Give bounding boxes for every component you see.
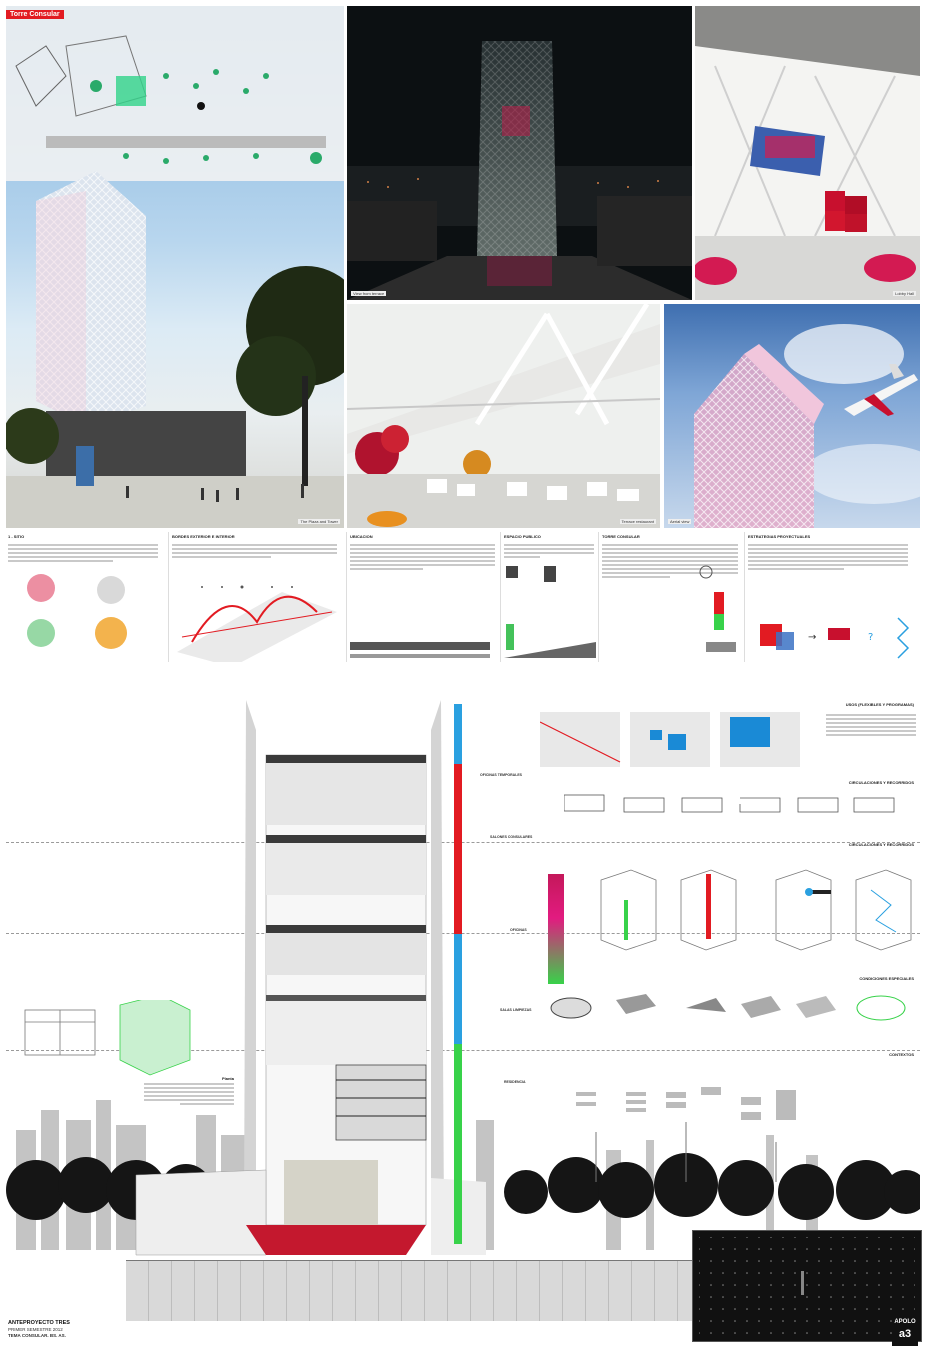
footer-line-1: ANTEPROYECTO TRES [8, 1320, 70, 1326]
special-conditions [550, 994, 906, 1021]
sculpture-love-icon [825, 191, 867, 232]
edge-drawing [350, 642, 490, 658]
render-hall: Lobby Hall [695, 6, 920, 300]
tower-illustration [6, 171, 344, 528]
caption-night: View from terrace [351, 291, 387, 296]
program-label-4: SALAS LIMPIEZAS [500, 1008, 532, 1012]
column-title-4: ESPACIO PUBLICO [504, 534, 541, 539]
logo-bottom: a3 [898, 1328, 912, 1340]
contexts-diagrams [576, 1087, 796, 1182]
site-diagrams [27, 574, 127, 649]
circulation-diagrams [600, 869, 912, 951]
plan-types [564, 794, 895, 813]
label-condiciones: CONDICIONES ESPECIALES [859, 976, 914, 981]
program-bar [454, 704, 462, 1244]
program-gradient-legend [548, 874, 564, 984]
label-circ-1: CIRCULACIONES Y RECORRIDOS [848, 780, 914, 785]
caption-main: The Plaza and Tower [298, 519, 340, 524]
arc-diagram [177, 585, 337, 662]
text-columns-strip: 1 - SITIO BORDES EXTERIOR E INTERIOR UBI… [6, 532, 920, 666]
svg-text:?: ? [868, 632, 873, 643]
column-title-5: TORRE CONSULAR [602, 534, 640, 539]
render-night: View from terrace [347, 6, 692, 300]
apolo-logo: APOLO a3 [892, 1318, 918, 1346]
program-label-3: OFICINAS [510, 928, 527, 932]
render-plane: Aerial view [664, 304, 920, 528]
basement-section [126, 1260, 692, 1321]
label-contextos: CONTEXTOS [889, 1052, 914, 1057]
column-4-text [504, 542, 594, 560]
planta-note: Planta [144, 1076, 234, 1107]
svg-text:→: → [808, 632, 816, 643]
logo-top: APOLO [894, 1319, 916, 1325]
caption-plane: Aerial view [668, 519, 692, 524]
render-main-tower: Torre Consular The Plaza and Tower [6, 6, 344, 528]
footer-line-3: TEMA CONSULAR. BS. AS. [8, 1333, 66, 1338]
tower-diagrams [699, 565, 736, 652]
strategy-diagrams: → ? [760, 617, 910, 659]
tower-section [135, 700, 486, 1256]
caption-terrace: Terrace restaurant [619, 519, 656, 524]
column-1-text [8, 542, 158, 564]
label-usos: USOS (flexibles y programas) [845, 702, 914, 707]
footer-line-2: PRIMER SEMESTRE 2012 [8, 1327, 63, 1332]
column-title-1: 1 - SITIO [8, 534, 25, 539]
footer: ANTEPROYECTO TRES PRIMER SEMESTRE 2012 T… [6, 1318, 920, 1350]
caption-hall: Lobby Hall [893, 291, 916, 296]
column-title-2: BORDES EXTERIOR E INTERIOR [172, 534, 235, 539]
program-label-2: SALONES CONSULARES [490, 835, 533, 839]
column-title-6: ESTRATEGIAS PROYECTUALES [748, 534, 811, 539]
column-2-text [172, 542, 337, 560]
structure-details [24, 1000, 191, 1076]
section-board: OFICINAS TEMPORALES SALONES CONSULARES O… [6, 680, 922, 1347]
column-6-text [748, 542, 908, 572]
usos-text [826, 712, 916, 738]
public-space-diagrams [504, 566, 596, 658]
column-title-3: UBICACION [350, 534, 373, 539]
program-label-5: RESIDENCIA [504, 1080, 526, 1084]
column-3-text [350, 542, 495, 572]
label-circ-2: CIRCULACIONES Y RECORRIDOS [848, 842, 914, 847]
planta-title: Planta [221, 1076, 234, 1081]
render-terrace: Terrace restaurant [347, 304, 660, 528]
program-label-1: OFICINAS TEMPORALES [480, 773, 523, 777]
